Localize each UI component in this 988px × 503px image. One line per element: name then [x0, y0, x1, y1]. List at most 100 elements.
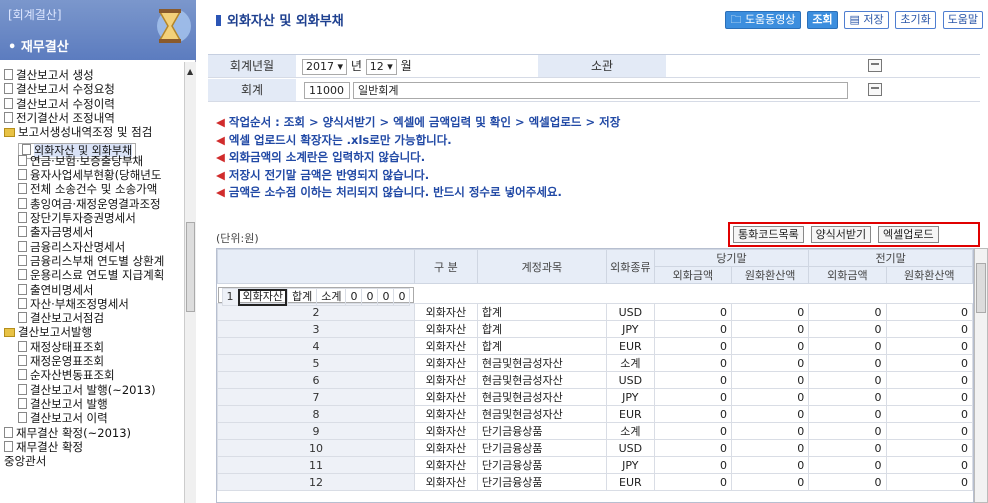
category-cell[interactable]: 외화자산 — [413, 473, 478, 491]
account-cell[interactable]: 합계 — [286, 288, 318, 306]
currency-cell[interactable]: EUR — [605, 473, 655, 491]
previous-foreign-cell[interactable]: 0 — [808, 405, 887, 423]
category-cell[interactable]: 외화자산 — [413, 405, 478, 423]
account-cell[interactable]: 단기금융상품 — [476, 422, 607, 440]
current-foreign-cell[interactable]: 0 — [653, 371, 733, 389]
table-row[interactable]: 8 외화자산 현금및현금성자산 EUR 0 0 0 0 — [217, 405, 973, 423]
category-cell[interactable]: 외화자산 — [413, 354, 478, 372]
table-row[interactable]: 4 외화자산 합계 EUR 0 0 0 0 — [217, 337, 973, 355]
sidebar-item[interactable]: 전기결산서 조정내역 — [4, 111, 115, 125]
category-cell[interactable]: 외화자산 — [413, 337, 478, 355]
previous-foreign-cell[interactable]: 0 — [808, 439, 887, 457]
sidebar-item[interactable]: 총잉여금·재정운영결과조정 — [18, 197, 161, 211]
category-cell[interactable]: 외화자산 — [413, 320, 478, 338]
current-foreign-cell[interactable]: 0 — [653, 388, 733, 406]
sidebar-item[interactable]: 출자금명세서 — [18, 225, 93, 239]
previous-won-cell[interactable]: 0 — [885, 473, 973, 491]
current-won-cell[interactable]: 0 — [730, 303, 810, 321]
previous-foreign-cell[interactable]: 0 — [808, 473, 887, 491]
previous-foreign-cell[interactable]: 0 — [808, 371, 887, 389]
excel-upload-button[interactable]: 엑셀업로드 — [878, 226, 939, 243]
sidebar-item[interactable]: 장단기투자증권명세서 — [18, 211, 136, 225]
sidebar-item[interactable]: 연금·보험·보증출당부채 — [18, 154, 143, 168]
help-button[interactable]: 도움말 — [942, 11, 983, 29]
year-select[interactable]: 2017 ▾ — [302, 59, 348, 75]
currency-cell[interactable]: USD — [605, 371, 655, 389]
previous-won-cell[interactable]: 0 — [885, 337, 973, 355]
calendar-icon[interactable] — [868, 59, 882, 72]
sidebar-item[interactable]: 자산·부채조정명세서 — [18, 297, 129, 311]
sidebar-item[interactable]: 금융리스자산명세서 — [18, 240, 125, 254]
sidebar-item[interactable]: 결산보고서 수정이력 — [4, 97, 115, 111]
reset-button[interactable]: 초기화 — [895, 11, 936, 29]
table-row[interactable]: 6 외화자산 현금및현금성자산 USD 0 0 0 0 — [217, 371, 973, 389]
currency-cell[interactable]: EUR — [605, 405, 655, 423]
current-foreign-cell[interactable]: 0 — [653, 439, 733, 457]
search-button[interactable]: 조회 — [807, 11, 838, 29]
account-cell[interactable]: 단기금융상품 — [476, 439, 607, 457]
table-row[interactable]: 7 외화자산 현금및현금성자산 JPY 0 0 0 0 — [217, 388, 973, 406]
sidebar-item[interactable]: 재무결산 확정(~2013) — [4, 426, 131, 440]
currency-cell[interactable]: USD — [605, 303, 655, 321]
previous-foreign-cell[interactable]: 0 — [808, 320, 887, 338]
calendar-icon[interactable] — [868, 83, 882, 96]
sidebar-item[interactable]: 중앙관서 — [4, 454, 46, 468]
previous-won-cell[interactable]: 0 — [885, 456, 973, 474]
table-row[interactable]: 1 외화자산 합계 소계 0 0 0 0 — [217, 287, 415, 306]
previous-foreign-cell[interactable]: 0 — [808, 337, 887, 355]
category-cell[interactable]: 외화자산 — [413, 371, 478, 389]
currency-cell[interactable]: EUR — [605, 337, 655, 355]
sidebar-header-menu[interactable]: [회계결산] — [8, 6, 62, 23]
sidebar-item[interactable]: 재정운영표조회 — [18, 354, 104, 368]
previous-won-cell[interactable]: 0 — [885, 439, 973, 457]
currency-cell[interactable]: JPY — [605, 320, 655, 338]
table-row[interactable]: 5 외화자산 현금및현금성자산 소계 0 0 0 0 — [217, 354, 973, 372]
previous-won-cell[interactable]: 0 — [885, 303, 973, 321]
current-foreign-cell[interactable]: 0 — [653, 303, 733, 321]
current-won-cell[interactable]: 0 — [730, 456, 810, 474]
category-cell[interactable]: 외화자산 — [237, 288, 288, 306]
scroll-thumb[interactable] — [186, 222, 195, 312]
account-cell[interactable]: 단기금융상품 — [476, 473, 607, 491]
scroll-up-icon[interactable]: ▲ — [187, 67, 193, 76]
current-won-cell[interactable]: 0 — [730, 320, 810, 338]
sidebar-item[interactable]: 결산보고서점검 — [18, 311, 104, 325]
account-cell[interactable]: 합계 — [476, 303, 607, 321]
account-cell[interactable]: 합계 — [476, 320, 607, 338]
current-foreign-cell[interactable]: 0 — [653, 473, 733, 491]
currency-cell[interactable]: 소계 — [605, 354, 655, 372]
account-cell[interactable]: 현금및현금성자산 — [476, 371, 607, 389]
sidebar-item[interactable]: 전체 소송건수 및 소송가액 — [18, 182, 157, 196]
currency-cell[interactable]: 소계 — [316, 288, 347, 306]
currency-cell[interactable]: JPY — [605, 388, 655, 406]
sidebar-scrollbar[interactable]: ▲ — [184, 62, 196, 503]
table-row[interactable]: 3 외화자산 합계 JPY 0 0 0 0 — [217, 320, 973, 338]
current-won-cell[interactable]: 0 — [730, 439, 810, 457]
sidebar-item[interactable]: 결산보고서 수정요청 — [4, 82, 115, 96]
category-cell[interactable]: 외화자산 — [413, 303, 478, 321]
table-row[interactable]: 2 외화자산 합계 USD 0 0 0 0 — [217, 303, 973, 321]
previous-won-cell[interactable]: 0 — [885, 388, 973, 406]
previous-won-cell[interactable]: 0 — [885, 405, 973, 423]
current-won-cell[interactable]: 0 — [730, 473, 810, 491]
previous-foreign-cell[interactable]: 0 — [808, 303, 887, 321]
current-won-cell[interactable]: 0 — [730, 354, 810, 372]
form-download-button[interactable]: 양식서받기 — [810, 226, 872, 243]
previous-foreign-cell[interactable]: 0 — [808, 456, 887, 474]
current-won-cell[interactable]: 0 — [730, 422, 810, 440]
current-foreign-cell[interactable]: 0 — [653, 354, 733, 372]
table-row[interactable]: 10 외화자산 단기금융상품 USD 0 0 0 0 — [217, 439, 973, 457]
currency-cell[interactable]: USD — [605, 439, 655, 457]
table-row[interactable]: 11 외화자산 단기금융상품 JPY 0 0 0 0 — [217, 456, 973, 474]
previous-foreign-cell[interactable]: 0 — [808, 388, 887, 406]
previous-won-cell[interactable]: 0 — [393, 288, 411, 306]
current-foreign-cell[interactable]: 0 — [653, 405, 733, 423]
category-cell[interactable]: 외화자산 — [413, 388, 478, 406]
account-code-field[interactable]: 11000 — [304, 82, 350, 99]
sidebar-item[interactable]: 순자산변동표조회 — [18, 368, 115, 382]
current-won-cell[interactable]: 0 — [730, 337, 810, 355]
previous-won-cell[interactable]: 0 — [885, 320, 973, 338]
sidebar-item[interactable]: 금융리스부채 연도별 상환계 — [18, 254, 164, 268]
sidebar-item[interactable]: 결산보고서발행 — [4, 325, 92, 339]
current-won-cell[interactable]: 0 — [730, 388, 810, 406]
